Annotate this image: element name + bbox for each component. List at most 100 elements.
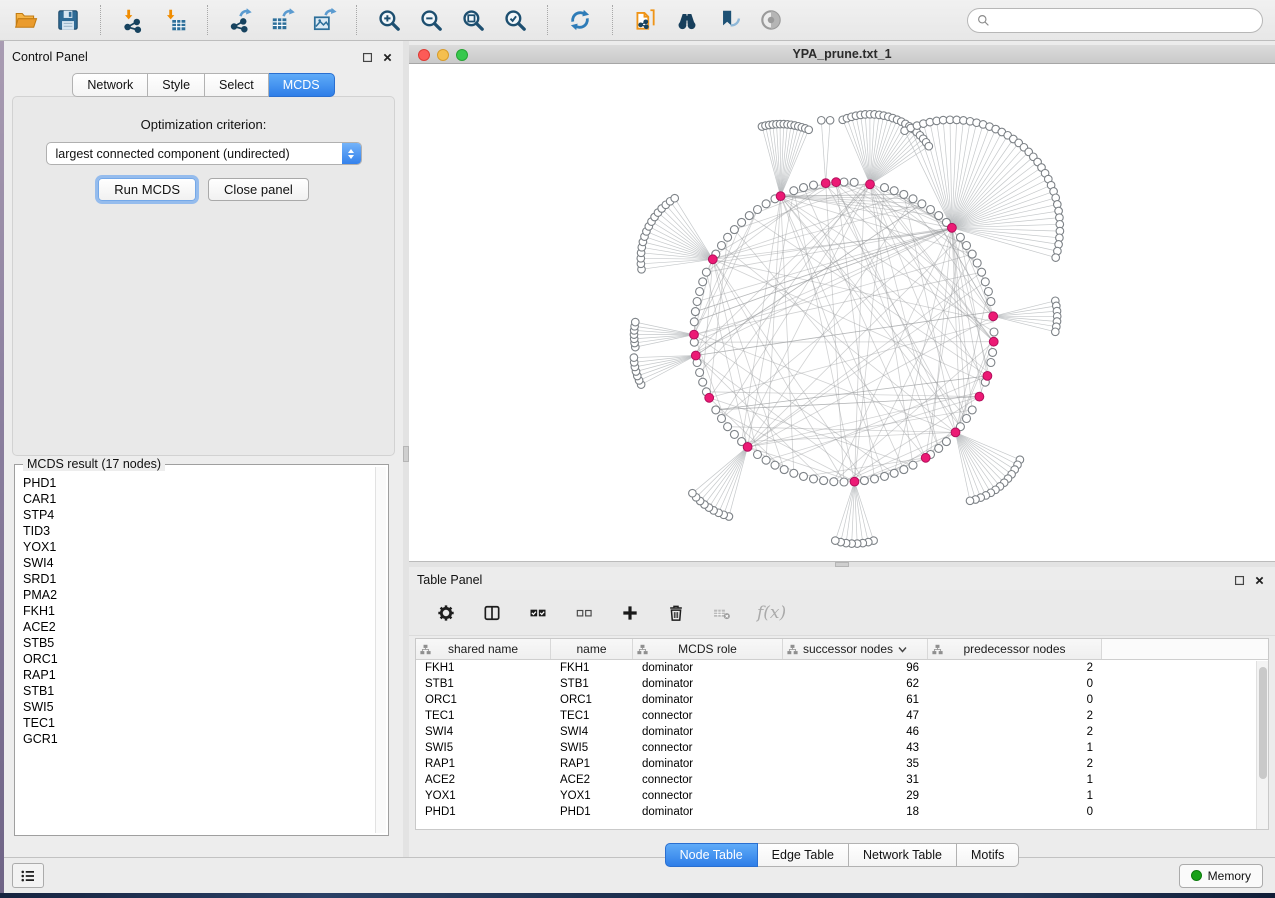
attribute-type-icon xyxy=(420,644,431,655)
zoom-fit-button[interactable] xyxy=(459,6,487,34)
table-cell: ACE2 xyxy=(551,774,633,786)
minimize-window-icon[interactable] xyxy=(437,49,449,61)
control-panel: Control Panel NetworkStyleSelectMCDS Opt… xyxy=(4,41,403,857)
network-window-title: YPA_prune.txt_1 xyxy=(792,47,891,61)
table-cell: STB1 xyxy=(416,678,551,690)
table-tabs: Node TableEdge TableNetwork TableMotifs xyxy=(665,843,1020,867)
table-row[interactable]: ACE2ACE2connector311 xyxy=(416,772,1268,788)
search-field[interactable] xyxy=(967,8,1263,33)
export-table-button[interactable] xyxy=(268,6,296,34)
table-row[interactable]: SWI5SWI5connector431 xyxy=(416,740,1268,756)
table-toolbar: f(x) xyxy=(409,590,1275,636)
hide-graphics-details-button[interactable] xyxy=(715,6,743,34)
search-binoculars-button[interactable] xyxy=(673,6,701,34)
refresh-layout-button[interactable] xyxy=(566,6,594,34)
import-network-button[interactable] xyxy=(119,6,147,34)
open-file-button[interactable] xyxy=(12,6,40,34)
search-input[interactable] xyxy=(995,13,1253,27)
column-header-name[interactable]: name xyxy=(551,639,633,659)
network-window-titlebar[interactable]: YPA_prune.txt_1 xyxy=(409,45,1275,64)
table-cell: 2 xyxy=(928,758,1102,770)
task-history-button[interactable] xyxy=(12,863,44,888)
table-cell: 62 xyxy=(783,678,928,690)
select-all-rows-button[interactable] xyxy=(527,602,549,624)
select-stepper-icon xyxy=(342,143,361,164)
table-scrollbar-thumb[interactable] xyxy=(1259,667,1267,779)
table-row[interactable]: ORC1ORC1dominator610 xyxy=(416,692,1268,708)
table-settings-button[interactable] xyxy=(435,602,457,624)
table-cell: 43 xyxy=(783,742,928,754)
tab-network[interactable]: Network xyxy=(72,73,148,97)
control-panel-title: Control Panel xyxy=(12,50,362,64)
table-tabs-bar: Node TableEdge TableNetwork TableMotifs xyxy=(409,830,1275,873)
show-column-panel-button[interactable] xyxy=(481,602,503,624)
cytoscape-window: Control Panel NetworkStyleSelectMCDS Opt… xyxy=(0,0,1275,893)
sort-descending-icon xyxy=(898,646,907,653)
table-row[interactable]: FKH1FKH1dominator962 xyxy=(416,660,1268,676)
column-header-MCDS-role[interactable]: MCDS role xyxy=(633,639,783,659)
toolbar-separator xyxy=(100,5,101,35)
delete-column-button[interactable] xyxy=(665,602,687,624)
search-icon xyxy=(977,14,990,27)
import-table-button[interactable] xyxy=(161,6,189,34)
column-header-predecessor-nodes[interactable]: predecessor nodes xyxy=(928,639,1102,659)
mcds-result-item: PMA2 xyxy=(23,587,375,603)
table-panel-header: Table Panel xyxy=(409,567,1275,590)
table-cell: FKH1 xyxy=(416,662,551,674)
tab-node-table[interactable]: Node Table xyxy=(665,843,758,867)
mcds-tab-content: Optimization criterion: largest connecte… xyxy=(12,96,395,456)
table-cell: 2 xyxy=(928,662,1102,674)
tab-select[interactable]: Select xyxy=(205,73,269,97)
tab-edge-table[interactable]: Edge Table xyxy=(758,843,849,867)
table-cell: 2 xyxy=(928,710,1102,722)
tab-mcds[interactable]: MCDS xyxy=(269,73,335,97)
table-row[interactable]: RAP1RAP1dominator352 xyxy=(416,756,1268,772)
table-row[interactable]: YOX1YOX1connector291 xyxy=(416,788,1268,804)
vertical-splitter[interactable] xyxy=(403,41,409,857)
network-canvas[interactable] xyxy=(409,64,1275,561)
result-list-scrollbar[interactable] xyxy=(375,467,386,833)
save-session-button[interactable] xyxy=(54,6,82,34)
table-row[interactable]: PHD1PHD1dominator180 xyxy=(416,804,1268,820)
close-window-icon[interactable] xyxy=(418,49,430,61)
table-row[interactable]: SWI4SWI4dominator462 xyxy=(416,724,1268,740)
mcds-result-item: STP4 xyxy=(23,507,375,523)
close-panel-icon[interactable] xyxy=(382,52,393,63)
desktop-background-bottom xyxy=(0,893,1275,898)
mcds-result-item: YOX1 xyxy=(23,539,375,555)
tab-style[interactable]: Style xyxy=(148,73,205,97)
mcds-result-list[interactable]: PHD1CAR1STP4TID3YOX1SWI4SRD1PMA2FKH1ACE2… xyxy=(17,471,375,833)
splitter-grip[interactable] xyxy=(403,446,409,462)
table-scrollbar[interactable] xyxy=(1256,661,1268,829)
add-column-button[interactable] xyxy=(619,602,641,624)
table-row[interactable]: STB1STB1dominator620 xyxy=(416,676,1268,692)
zoom-selected-button[interactable] xyxy=(501,6,529,34)
optimization-criterion-select[interactable]: largest connected component (undirected) xyxy=(46,142,362,165)
maximize-window-icon[interactable] xyxy=(456,49,468,61)
zoom-in-button[interactable] xyxy=(375,6,403,34)
export-image-button[interactable] xyxy=(310,6,338,34)
tab-motifs[interactable]: Motifs xyxy=(957,843,1019,867)
table-cell: 0 xyxy=(928,806,1102,818)
function-builder-button: f(x) xyxy=(757,603,786,623)
table-cell: connector xyxy=(633,742,783,754)
deselect-all-rows-button[interactable] xyxy=(573,602,595,624)
tab-network-table[interactable]: Network Table xyxy=(849,843,957,867)
horizontal-splitter[interactable] xyxy=(409,562,1275,567)
run-mcds-button[interactable]: Run MCDS xyxy=(98,178,196,201)
show-graphics-details-button[interactable] xyxy=(757,6,785,34)
float-panel-icon[interactable] xyxy=(1234,575,1245,586)
table-cell: connector xyxy=(633,774,783,786)
close-panel-button[interactable]: Close panel xyxy=(208,178,309,201)
zoom-out-button[interactable] xyxy=(417,6,445,34)
network-from-file-button[interactable] xyxy=(631,6,659,34)
column-header-successor-nodes[interactable]: successor nodes xyxy=(783,639,928,659)
close-panel-icon[interactable] xyxy=(1254,575,1265,586)
export-network-button[interactable] xyxy=(226,6,254,34)
float-panel-icon[interactable] xyxy=(362,52,373,63)
splitter-grip[interactable] xyxy=(835,562,849,567)
table-row[interactable]: TEC1TEC1connector472 xyxy=(416,708,1268,724)
column-header-shared-name[interactable]: shared name xyxy=(416,639,551,659)
network-graph xyxy=(409,64,1275,561)
table-cell: SWI5 xyxy=(551,742,633,754)
